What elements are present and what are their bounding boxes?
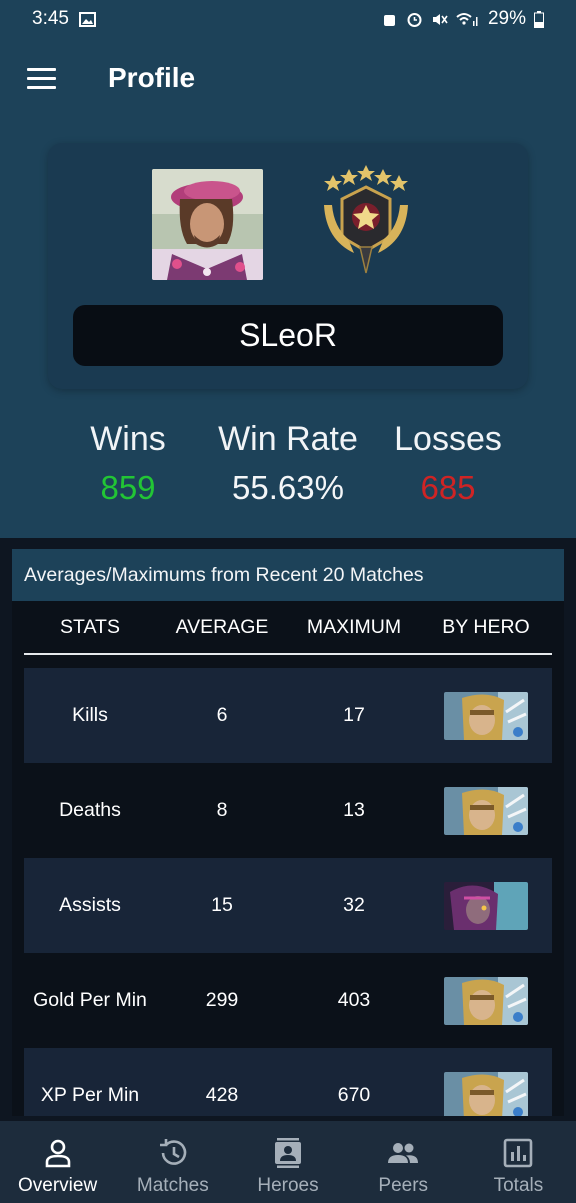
table-body: Kills 6 17 Deaths 8 13 Assists 15 32 Gol… <box>24 668 552 1116</box>
nav-overview[interactable]: Overview <box>0 1121 115 1203</box>
mute-icon <box>432 13 448 25</box>
app-bar: Profile <box>0 38 576 120</box>
stat-name: Deaths <box>59 799 121 821</box>
battery-icon <box>534 10 544 28</box>
losses-label: Losses <box>394 420 502 458</box>
status-time: 3:45 <box>32 8 69 29</box>
chart-icon <box>504 1138 533 1168</box>
bottom-navigation: Overview Matches Heroes Peers Totals <box>0 1121 576 1203</box>
hamburger-menu-icon[interactable] <box>27 68 56 90</box>
hero-cell <box>420 1071 552 1116</box>
stat-average: 8 <box>216 799 228 821</box>
contact-card-icon <box>275 1138 301 1168</box>
header-stats: STATS <box>60 615 120 638</box>
stat-maximum: 670 <box>337 1084 371 1106</box>
stat-name: Assists <box>59 894 121 916</box>
image-icon <box>78 11 96 27</box>
alarm-icon <box>407 12 422 27</box>
header-by-hero: BY HERO <box>442 615 530 638</box>
page-title: Profile <box>108 62 196 93</box>
stat-average: 6 <box>216 704 228 726</box>
stat-maximum: 13 <box>343 799 365 821</box>
hero-cell <box>420 786 552 835</box>
golden-helmet-hero-icon[interactable] <box>444 976 528 1025</box>
stat-maximum: 17 <box>343 704 365 726</box>
nav-label: Overview <box>18 1175 98 1196</box>
table-row: Kills 6 17 <box>24 668 552 763</box>
table-header: STATS AVERAGE MAXIMUM BY HERO <box>24 601 552 655</box>
losses-value: 685 <box>420 469 476 506</box>
table-row: Gold Per Min 299 403 <box>24 953 552 1048</box>
stat-name: Gold Per Min <box>33 989 147 1011</box>
wifi-signal-icon <box>456 12 478 26</box>
player-name: SLeoR <box>73 305 503 366</box>
alarm-lock-icon <box>383 14 395 26</box>
nav-label: Peers <box>378 1175 429 1196</box>
win-loss-summary: Wins 859 Win Rate 55.63% Losses 685 <box>0 420 576 520</box>
losses-stat: Losses 685 <box>348 420 548 507</box>
stat-average: 15 <box>211 894 233 916</box>
rank-medal-icon <box>316 165 416 279</box>
avatar[interactable] <box>152 169 263 280</box>
table-row: Deaths 8 13 <box>24 763 552 858</box>
history-icon <box>159 1139 187 1165</box>
stat-average: 428 <box>205 1084 239 1106</box>
golden-helmet-hero-icon[interactable] <box>444 786 528 835</box>
nav-peers[interactable]: Peers <box>346 1121 461 1203</box>
hero-cell <box>420 976 552 1025</box>
person-icon <box>45 1139 70 1168</box>
people-icon <box>388 1143 419 1163</box>
status-bar: 3:45 29% <box>0 0 576 38</box>
hero-cell <box>420 881 552 930</box>
battery-percent: 29% <box>487 8 526 29</box>
nav-totals[interactable]: Totals <box>461 1121 576 1203</box>
stat-average: 299 <box>205 989 239 1011</box>
stat-maximum: 403 <box>337 989 371 1011</box>
nav-label: Heroes <box>257 1175 319 1196</box>
nav-heroes[interactable]: Heroes <box>230 1121 345 1203</box>
golden-helmet-hero-icon[interactable] <box>444 691 528 740</box>
stat-name: Kills <box>72 704 108 726</box>
table-row: Assists 15 32 <box>24 858 552 953</box>
nav-label: Matches <box>136 1175 209 1196</box>
profile-card: SLeoR <box>48 143 528 389</box>
nav-matches[interactable]: Matches <box>115 1121 230 1203</box>
nav-label: Totals <box>493 1175 544 1196</box>
table-row: XP Per Min 428 670 <box>24 1048 552 1116</box>
stat-name: XP Per Min <box>40 1084 140 1106</box>
purple-hooded-hero-icon[interactable] <box>444 881 528 930</box>
stat-maximum: 32 <box>343 894 365 916</box>
header-average: AVERAGE <box>175 615 269 638</box>
header-maximum: MAXIMUM <box>306 615 402 638</box>
golden-helmet-hero-icon[interactable] <box>444 1071 528 1116</box>
panel-title: Averages/Maximums from Recent 20 Matches <box>12 549 564 601</box>
recent-matches-stats-panel[interactable]: Averages/Maximums from Recent 20 Matches… <box>12 549 564 1116</box>
hero-cell <box>420 691 552 740</box>
